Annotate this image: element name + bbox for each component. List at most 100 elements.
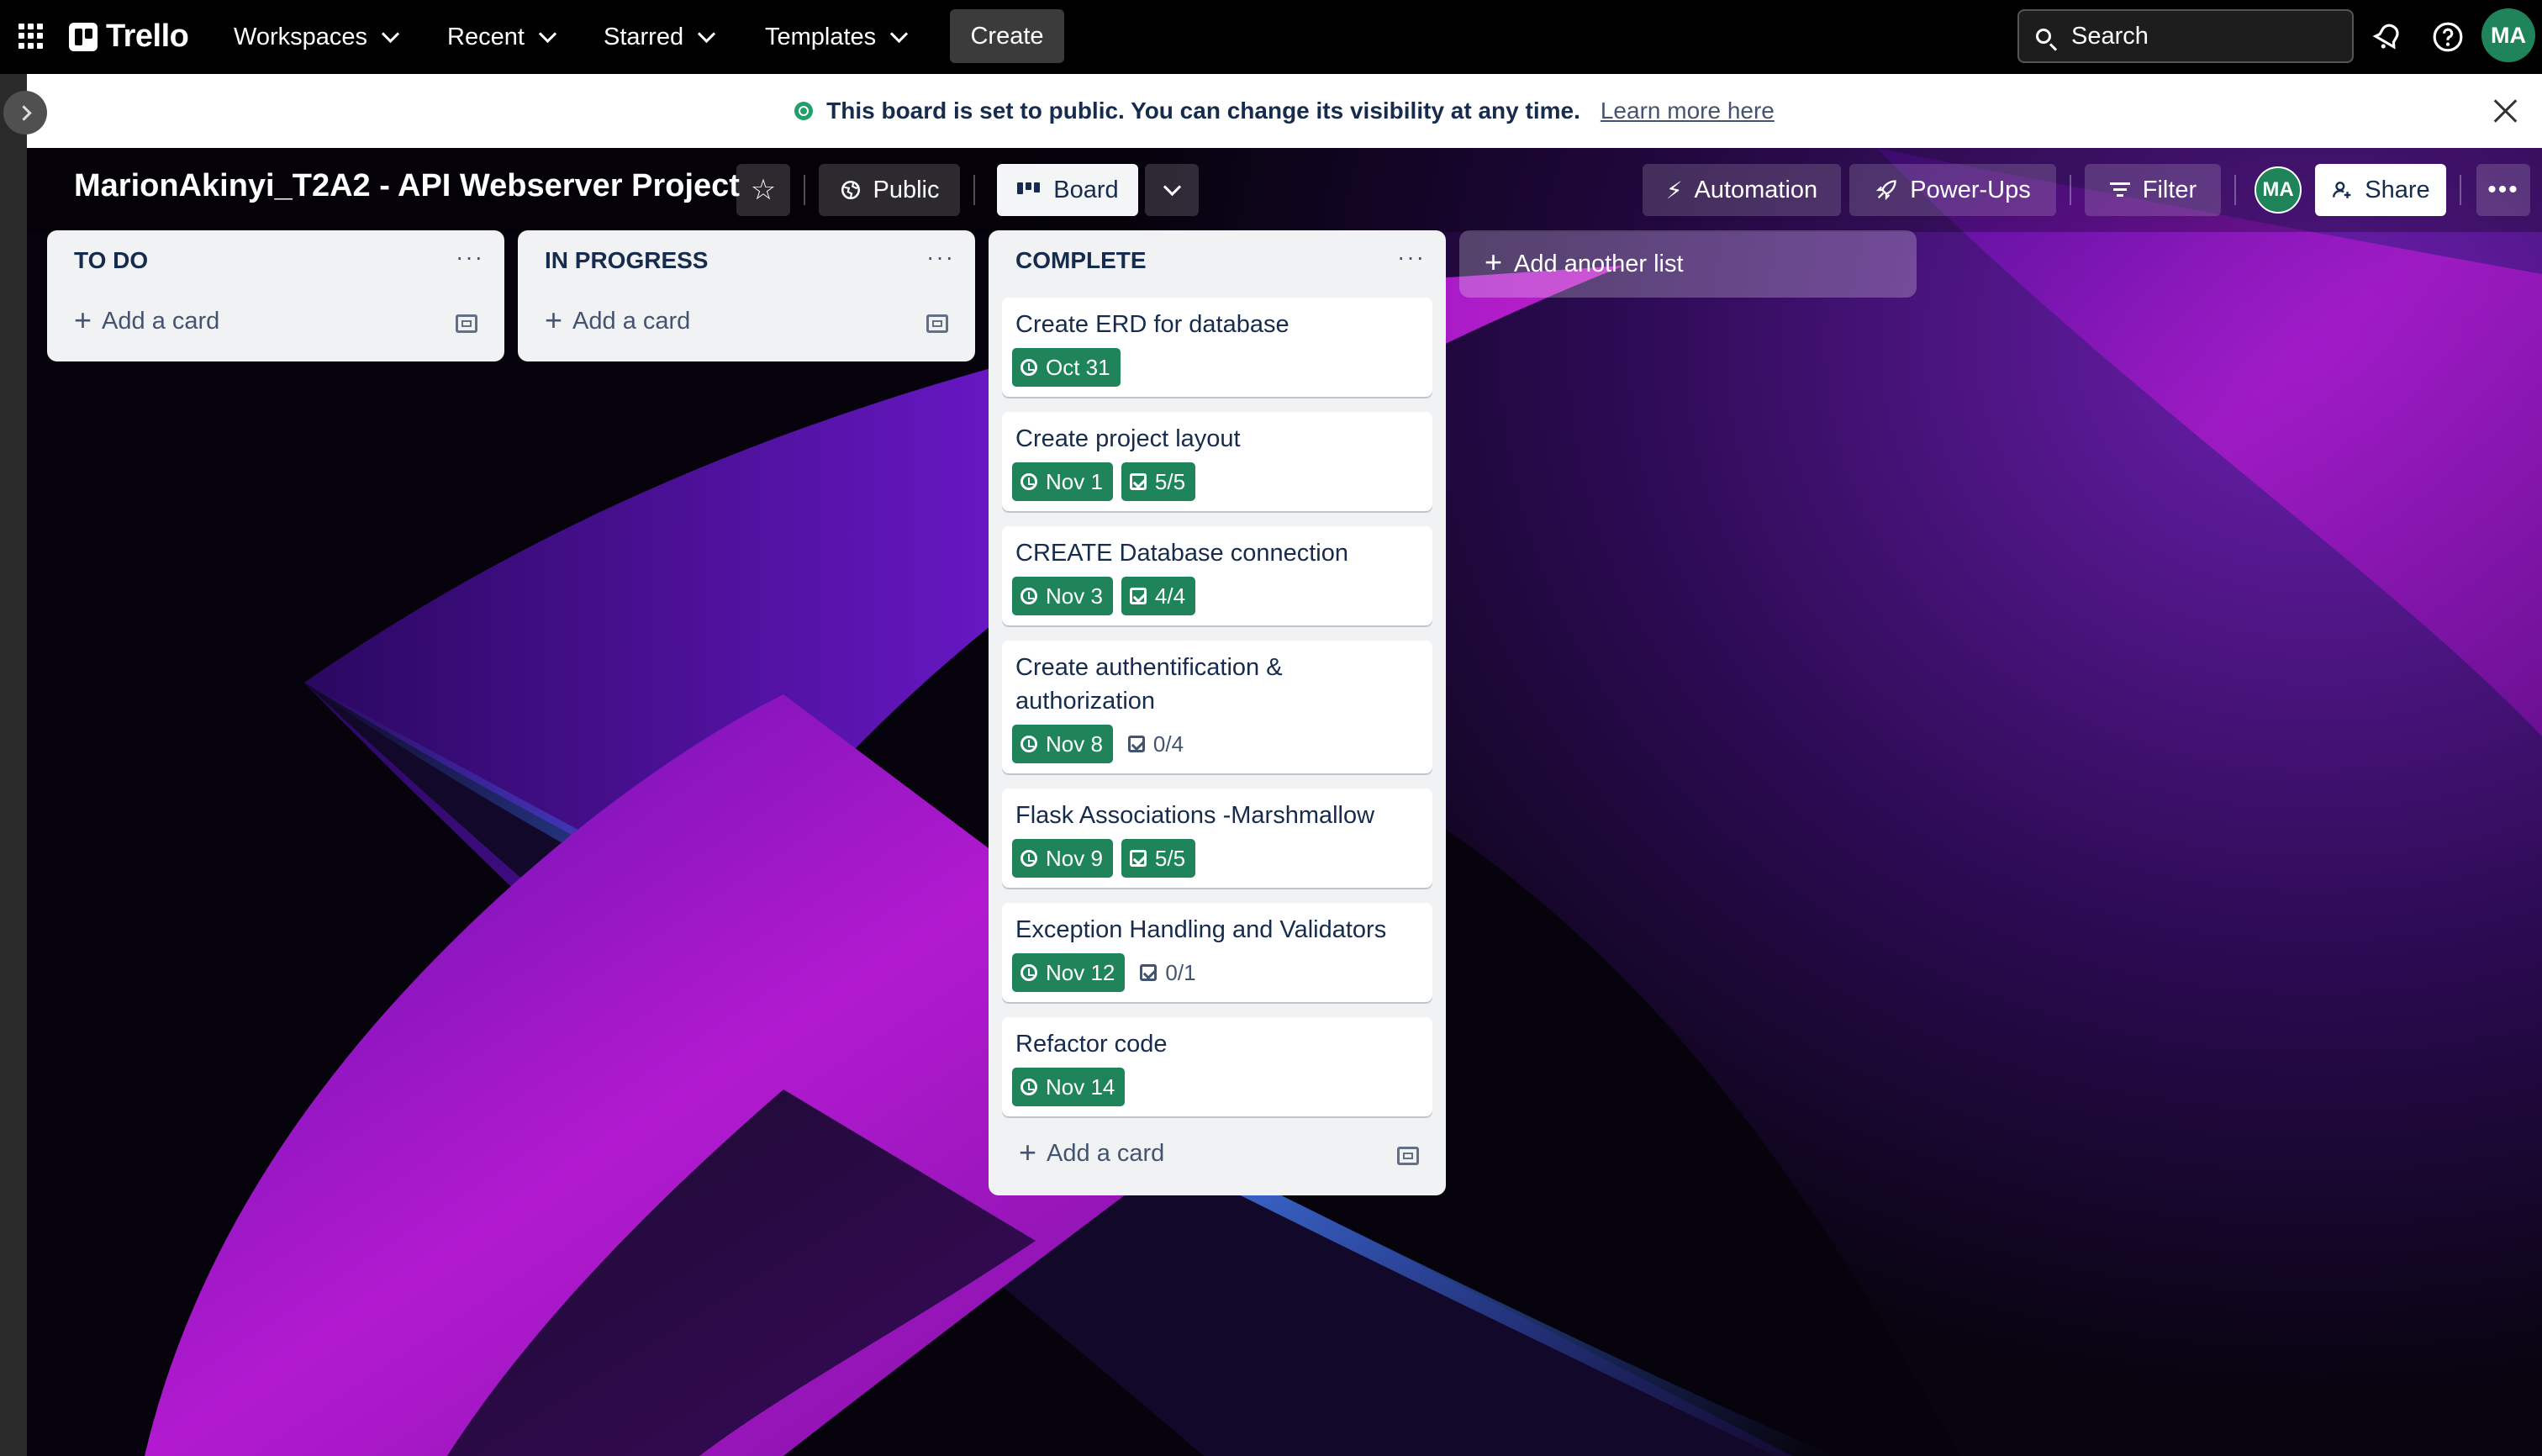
menu-templates[interactable]: Templates: [765, 0, 909, 74]
view-switcher-button[interactable]: [1145, 164, 1199, 216]
card[interactable]: Create ERD for database Oct 31: [1002, 298, 1432, 397]
star-board-button[interactable]: ☆: [736, 164, 790, 216]
checklist-count: 5/5: [1154, 845, 1186, 871]
rocket-icon: [1876, 180, 1896, 201]
star-icon: ☆: [750, 174, 777, 206]
close-icon[interactable]: [2488, 94, 2522, 128]
checklist-icon: [1140, 964, 1158, 981]
menu-templates-label: Templates: [765, 23, 877, 50]
search-placeholder: Search: [2071, 22, 2149, 50]
chevron-down-icon: [890, 24, 909, 43]
card[interactable]: Flask Associations -Marshmallow Nov 9 5/…: [1002, 789, 1432, 888]
checklist-count: 5/5: [1154, 468, 1186, 494]
filter-button[interactable]: Filter: [2085, 164, 2221, 216]
expand-sidebar-button[interactable]: [3, 91, 47, 135]
menu-workspaces[interactable]: Workspaces: [234, 0, 400, 74]
share-button[interactable]: Share: [2315, 164, 2446, 216]
due-date-badge[interactable]: Nov 8: [1012, 725, 1113, 763]
board-title[interactable]: MarionAkinyi_T2A2 - API Webserver Projec…: [74, 168, 740, 204]
checklist-icon: [1129, 588, 1147, 604]
card-title: CREATE Database connection: [1015, 540, 1349, 567]
search-input[interactable]: Search: [2017, 9, 2354, 63]
workspace-sidebar-rail: [0, 74, 27, 1456]
card-template-icon[interactable]: [926, 314, 948, 333]
clock-icon: [1020, 736, 1037, 752]
trello-logo-icon: [69, 22, 98, 51]
list-menu-icon[interactable]: ···: [926, 244, 955, 271]
checklist-count: 4/4: [1154, 583, 1186, 609]
list-to-do: TO DO ··· + Add a card: [47, 230, 504, 361]
card[interactable]: Create project layout Nov 1 5/5: [1002, 412, 1432, 511]
menu-workspaces-label: Workspaces: [234, 23, 368, 50]
checklist-count: 0/1: [1165, 959, 1196, 985]
add-card-button[interactable]: + Add a card: [545, 304, 691, 335]
menu-starred-label: Starred: [604, 23, 684, 50]
add-card-label: Add a card: [1047, 1140, 1165, 1167]
card[interactable]: Exception Handling and Validators Nov 12…: [1002, 903, 1432, 1002]
add-person-icon: [2333, 182, 2351, 198]
list-title[interactable]: IN PROGRESS: [545, 247, 708, 274]
card-title: Create authentification & authorization: [1015, 654, 1283, 715]
visibility-button[interactable]: Public: [819, 164, 960, 216]
due-date-badge[interactable]: Nov 12: [1012, 953, 1126, 992]
help-icon[interactable]: [2431, 20, 2465, 54]
globe-icon: [794, 102, 814, 120]
card-template-icon[interactable]: [1397, 1147, 1419, 1165]
create-button[interactable]: Create: [950, 9, 1064, 63]
user-avatar[interactable]: MA: [2481, 8, 2535, 62]
card-title: Refactor code: [1015, 1031, 1168, 1058]
checklist-badge: 5/5: [1121, 462, 1196, 501]
list-complete: COMPLETE ··· Create ERD for database Oct…: [989, 230, 1446, 1195]
clock-icon: [1020, 1079, 1037, 1095]
due-date-badge[interactable]: Nov 9: [1012, 839, 1113, 878]
checklist-icon: [1129, 473, 1147, 490]
board-view-button[interactable]: Board: [997, 164, 1138, 216]
divider: [2234, 175, 2236, 205]
card-title: Create ERD for database: [1015, 311, 1289, 338]
plus-icon: +: [74, 302, 92, 337]
globe-icon: [841, 180, 860, 200]
due-date: Nov 12: [1046, 959, 1115, 985]
logo-text: Trello: [106, 18, 189, 54]
add-card-button[interactable]: + Add a card: [1019, 1137, 1165, 1168]
list-menu-icon[interactable]: ···: [456, 244, 484, 271]
card[interactable]: Create authentification & authorization …: [1002, 641, 1432, 773]
due-date: Nov 3: [1046, 583, 1103, 609]
automation-label: Automation: [1694, 176, 1818, 203]
learn-more-link[interactable]: Learn more here: [1601, 98, 1775, 124]
card-template-icon[interactable]: [456, 314, 477, 333]
add-list-button[interactable]: + Add another list: [1459, 230, 1917, 298]
card[interactable]: Refactor code Nov 14: [1002, 1017, 1432, 1116]
board-member-avatar[interactable]: MA: [2255, 166, 2302, 214]
notifications-bell-icon[interactable]: [2371, 20, 2404, 54]
clock-icon: [1020, 588, 1037, 604]
clock-icon: [1020, 964, 1037, 981]
card[interactable]: CREATE Database connection Nov 3 4/4: [1002, 526, 1432, 625]
list-title[interactable]: TO DO: [74, 247, 148, 274]
due-date-badge[interactable]: Nov 14: [1012, 1068, 1126, 1106]
due-date-badge[interactable]: Nov 1: [1012, 462, 1113, 501]
automation-button[interactable]: ⚡ Automation: [1643, 164, 1841, 216]
board-view-label: Board: [1053, 176, 1119, 203]
plus-icon: +: [1485, 245, 1503, 279]
chevron-down-icon: [698, 24, 716, 43]
add-card-label: Add a card: [572, 308, 691, 335]
add-card-button[interactable]: + Add a card: [74, 302, 220, 337]
list-title[interactable]: COMPLETE: [1015, 247, 1147, 274]
board-menu-button[interactable]: •••: [2476, 164, 2530, 216]
checklist-icon: [1129, 850, 1147, 867]
powerups-button[interactable]: Power-Ups: [1849, 164, 2056, 216]
due-date-badge[interactable]: Nov 3: [1012, 577, 1113, 615]
app-switcher-icon[interactable]: [18, 24, 44, 49]
add-card-label: Add a card: [102, 308, 220, 335]
checklist-count: 0/4: [1152, 731, 1184, 757]
menu-starred[interactable]: Starred: [604, 0, 716, 74]
more-icon: •••: [2487, 176, 2519, 203]
divider: [804, 175, 805, 205]
checklist-icon: [1127, 736, 1145, 752]
menu-recent[interactable]: Recent: [447, 0, 556, 74]
due-date: Nov 9: [1046, 845, 1103, 871]
due-date-badge[interactable]: Oct 31: [1012, 348, 1121, 387]
list-menu-icon[interactable]: ···: [1397, 244, 1426, 271]
trello-logo[interactable]: Trello: [69, 18, 189, 55]
